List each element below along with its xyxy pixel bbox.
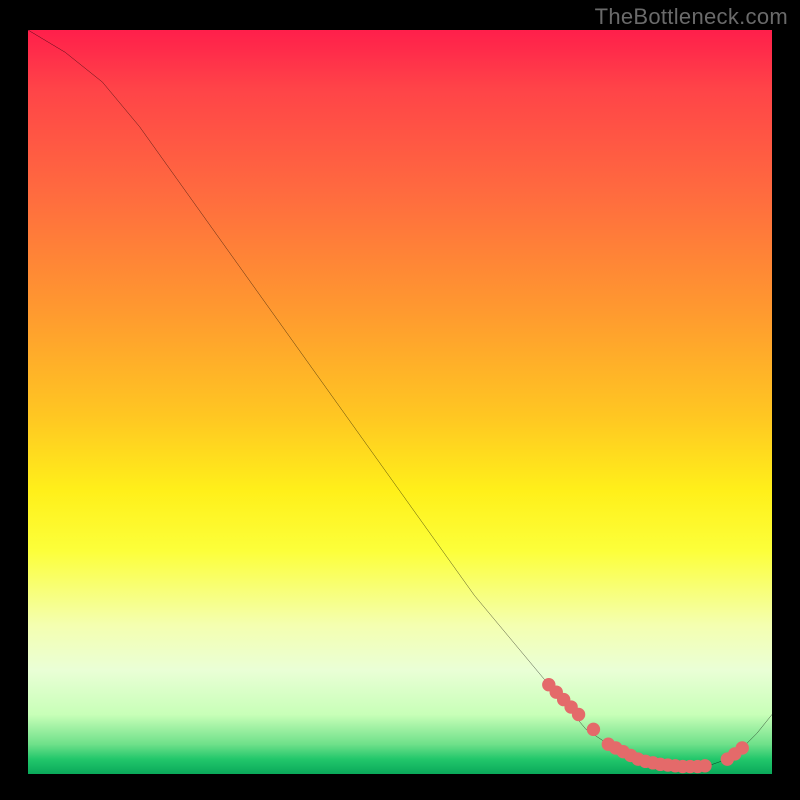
bottleneck-curve-path: [28, 30, 772, 767]
highlight-dot: [698, 759, 711, 772]
attribution-text: TheBottleneck.com: [595, 4, 788, 30]
marker-group: [542, 678, 749, 773]
chart-frame: TheBottleneck.com: [0, 0, 800, 800]
highlight-dot: [736, 741, 749, 754]
plot-area: [28, 30, 772, 774]
highlight-dot: [572, 708, 585, 721]
highlight-dot: [587, 723, 600, 736]
curve-svg: [28, 30, 772, 774]
